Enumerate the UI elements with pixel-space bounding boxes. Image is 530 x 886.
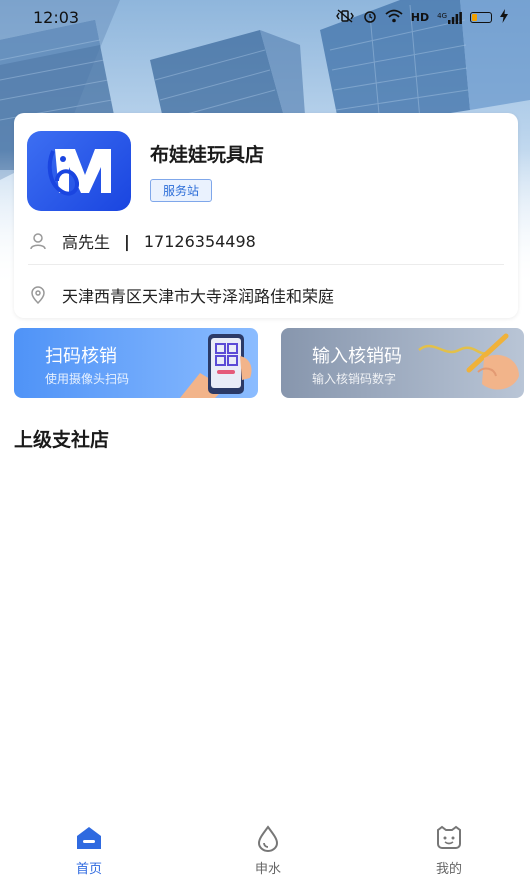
pen-hand-icon <box>418 333 519 390</box>
status-bar: 12:03 HD 4G <box>0 0 530 36</box>
tab-mine[interactable]: 我的 <box>409 824 489 877</box>
tab-water[interactable]: 申水 <box>228 824 308 877</box>
charging-icon <box>500 9 508 26</box>
signal-icon: 4G <box>437 11 462 24</box>
status-time: 12:03 <box>33 8 80 27</box>
section-title: 上级支社店 <box>14 429 110 451</box>
bottom-tab-bar: 首页 申水 我的 <box>0 816 530 886</box>
contact-row: 高先生 | 17126354498 <box>28 229 256 253</box>
contact-separator: | <box>124 231 130 251</box>
wifi-icon <box>385 9 403 26</box>
vibrate-icon <box>335 9 355 26</box>
input-code-subtitle: 输入核销码数字 <box>312 372 397 386</box>
input-code-title: 输入核销码 <box>312 346 402 367</box>
water-drop-icon <box>253 824 283 852</box>
hd-indicator: HD <box>410 11 430 24</box>
tab-home[interactable]: 首页 <box>49 824 129 877</box>
network-type: 4G <box>437 11 447 20</box>
divider <box>28 264 504 265</box>
phone-qr-icon <box>180 334 252 398</box>
person-icon <box>28 231 48 251</box>
store-card: 布娃娃玩具店 服务站 高先生 | 17126354498 天津西青区天津市大寺泽… <box>14 113 518 318</box>
tab-mine-label: 我的 <box>435 862 462 877</box>
scan-verify-button[interactable]: 扫码核销 使用摄像头扫码 <box>14 328 258 398</box>
input-code-button[interactable]: 输入核销码 输入核销码数字 <box>281 328 524 398</box>
store-address: 天津西青区天津市大寺泽润路佳和荣庭 <box>62 287 335 306</box>
alarm-icon <box>363 9 377 26</box>
scan-verify-subtitle: 使用摄像头扫码 <box>45 372 130 386</box>
tab-home-label: 首页 <box>75 862 102 877</box>
battery-icon <box>470 12 492 23</box>
home-icon <box>74 824 104 852</box>
store-type-badge: 服务站 <box>150 179 213 202</box>
smiley-face-icon <box>434 824 464 852</box>
store-logo <box>27 131 131 211</box>
store-name: 布娃娃玩具店 <box>150 144 265 166</box>
contact-name: 高先生 <box>62 233 111 252</box>
scan-verify-title: 扫码核销 <box>45 346 117 367</box>
contact-phone[interactable]: 17126354498 <box>144 232 256 251</box>
location-pin-icon <box>28 285 48 305</box>
address-row: 天津西青区天津市大寺泽润路佳和荣庭 <box>28 283 334 307</box>
status-icons: HD 4G <box>335 9 508 26</box>
tab-water-label: 申水 <box>254 862 281 877</box>
